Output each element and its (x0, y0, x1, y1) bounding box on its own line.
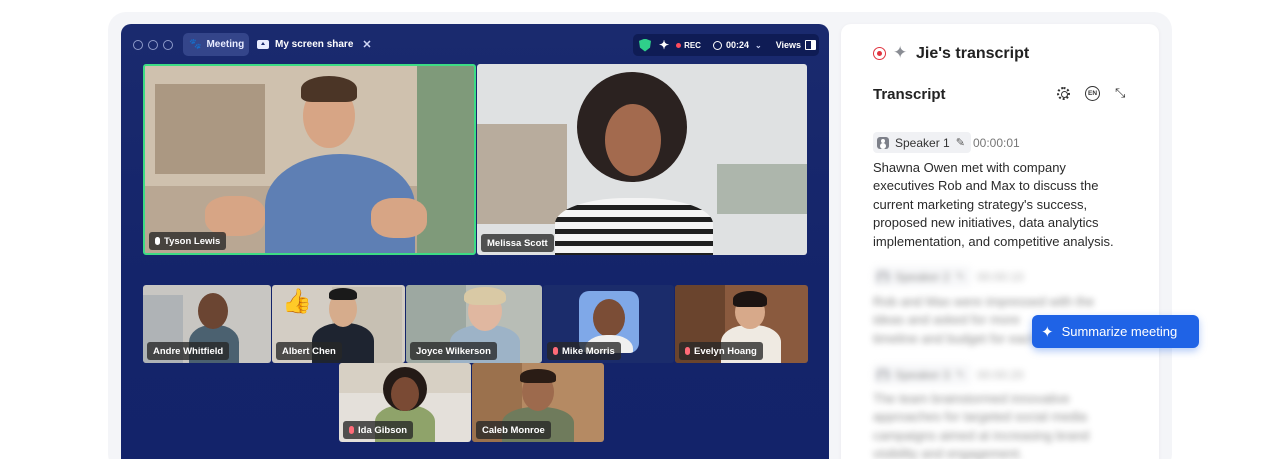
clock-icon (712, 40, 722, 50)
participant-name-tag: Andre Whitfield (147, 342, 230, 360)
participant-name-tag: Evelyn Hoang (679, 342, 763, 360)
window-minimize-dot[interactable] (148, 40, 158, 50)
participant-name-tag: Albert Chen (276, 342, 342, 360)
timestamp: 00:00:20 (977, 368, 1024, 382)
tab-meeting-label: Meeting (206, 39, 245, 50)
speaker-name: Speaker 3 (895, 367, 950, 382)
muted-microphone-icon (685, 347, 690, 355)
transcript-line: Shawna Owen met with company (873, 160, 1066, 175)
tab-screen-share-label: My screen share (275, 39, 354, 50)
speaker-name: Speaker 2 (895, 269, 950, 284)
participant-name-tag: Melissa Scott (481, 234, 554, 252)
video-tile-mike[interactable]: Mike Morris (543, 285, 674, 363)
ai-sparkle-icon[interactable]: ✦ (659, 38, 669, 52)
rec-label: REC (684, 40, 701, 50)
tab-meeting[interactable]: 🐾 Meeting (183, 33, 249, 56)
views-label: Views (775, 40, 802, 50)
views-button[interactable]: Views (775, 40, 817, 50)
participant-name: Joyce Wilkerson (416, 345, 491, 357)
chevron-down-icon: ⌄ (754, 40, 762, 50)
ai-sparkle-icon: ✦ (893, 43, 908, 62)
meeting-timer[interactable]: 00:24 ⌄ (712, 40, 762, 50)
edit-pencil-icon: ✎ (955, 271, 965, 283)
transcript-line: campaigns aimed at increasing brand (873, 427, 1090, 443)
panel-title: Jie's transcript (916, 45, 1030, 62)
ai-sparkle-icon: ✦ (1041, 323, 1054, 341)
microphone-icon (155, 237, 160, 245)
video-tile-evelyn[interactable]: Evelyn Hoang (675, 285, 808, 363)
video-tile-albert[interactable]: 👍 Albert Chen (272, 285, 405, 363)
participant-name: Caleb Monroe (482, 424, 545, 436)
transcript-line: executives Rob and Max to discuss the (873, 178, 1099, 194)
shield-icon[interactable] (639, 38, 651, 52)
participant-name-tag: Ida Gibson (343, 421, 414, 439)
participant-name: Ida Gibson (358, 424, 408, 436)
speaker-avatar-icon (877, 368, 889, 381)
video-tile-melissa[interactable]: Melissa Scott (477, 64, 807, 255)
recording-icon[interactable] (873, 47, 886, 60)
title-bar: 🐾 Meeting My screen share ✕ ✦ REC 00:24 … (121, 24, 829, 64)
participant-name: Tyson Lewis (164, 235, 221, 247)
record-dot-icon (676, 42, 682, 48)
gear-icon[interactable] (1057, 87, 1070, 100)
collapse-icon[interactable]: ⤡ (1115, 85, 1125, 101)
video-tile-ida[interactable]: Ida Gibson (339, 363, 471, 442)
transcript-line: The team brainstormed innovative (873, 391, 1070, 406)
participant-name-tag: Tyson Lewis (149, 232, 227, 250)
status-bar: ✦ REC 00:24 ⌄ Views (633, 34, 819, 56)
timestamp: 00:00:01 (973, 136, 1020, 150)
participant-name: Melissa Scott (487, 237, 548, 249)
transcript-line: visibility and engagement. (873, 446, 1023, 459)
transcript-panel: ✦ Jie's transcript Transcript EN ⤡ Speak… (841, 24, 1159, 459)
video-tile-caleb[interactable]: Caleb Monroe (472, 363, 604, 442)
section-title: Transcript (873, 86, 946, 103)
window-close-dot[interactable] (133, 40, 143, 50)
edit-pencil-icon[interactable]: ✎ (956, 136, 965, 149)
participant-name-tag: Joyce Wilkerson (410, 342, 497, 360)
participant-name: Albert Chen (282, 345, 336, 357)
participant-name-tag: Caleb Monroe (476, 421, 551, 439)
thumbs-up-reaction-icon: 👍 (282, 288, 312, 315)
video-tile-andre[interactable]: Andre Whitfield (143, 285, 271, 363)
participant-name: Mike Morris (562, 345, 615, 357)
close-icon[interactable]: ✕ (362, 38, 371, 51)
speaker-chip[interactable]: Speaker 1 ✎ (873, 132, 971, 153)
transcript-line: approaches for targeted social media (873, 409, 1087, 425)
participant-name-tag: Mike Morris (547, 342, 621, 360)
transcript-line: implementation, and competitive analysis… (873, 233, 1114, 249)
meeting-window: 🐾 Meeting My screen share ✕ ✦ REC 00:24 … (121, 24, 829, 459)
timestamp: 00:00:10 (977, 270, 1024, 284)
summarize-label: Summarize meeting (1061, 324, 1178, 339)
layout-icon (805, 40, 817, 50)
transcript-line: Rob and Max were impressed with the (873, 294, 1095, 309)
speaker-name: Speaker 1 (895, 135, 950, 150)
participant-name: Evelyn Hoang (694, 345, 757, 357)
paw-icon: 🐾 (189, 39, 202, 50)
speaker-chip: Speaker 3 ✎ (873, 364, 971, 385)
speaker-avatar-icon (877, 136, 889, 149)
summarize-meeting-button[interactable]: ✦ Summarize meeting (1032, 315, 1199, 348)
recording-indicator[interactable]: REC (676, 41, 701, 50)
transcript-text: The team brainstormed innovative approac… (873, 390, 1143, 459)
speaker-chip: Speaker 2 ✎ (873, 266, 971, 287)
speaker-avatar-icon (877, 270, 889, 283)
timer-value: 00:24 (725, 40, 749, 50)
tab-screen-share[interactable]: My screen share ✕ (257, 33, 372, 56)
muted-microphone-icon (349, 426, 354, 434)
muted-microphone-icon (553, 347, 558, 355)
transcript-text: Shawna Owen met with company executives … (873, 159, 1143, 251)
video-tile-joyce[interactable]: Joyce Wilkerson (406, 285, 542, 363)
language-icon[interactable]: EN (1085, 86, 1100, 101)
screen-share-icon (257, 40, 269, 49)
video-tile-tyson[interactable]: Tyson Lewis (143, 64, 476, 255)
window-maximize-dot[interactable] (163, 40, 173, 50)
edit-pencil-icon: ✎ (955, 369, 965, 381)
transcript-line: proposed new initiatives, data analytics (873, 215, 1099, 231)
participant-name: Andre Whitfield (153, 345, 224, 357)
transcript-line: current marketing strategy's success, (873, 196, 1088, 212)
